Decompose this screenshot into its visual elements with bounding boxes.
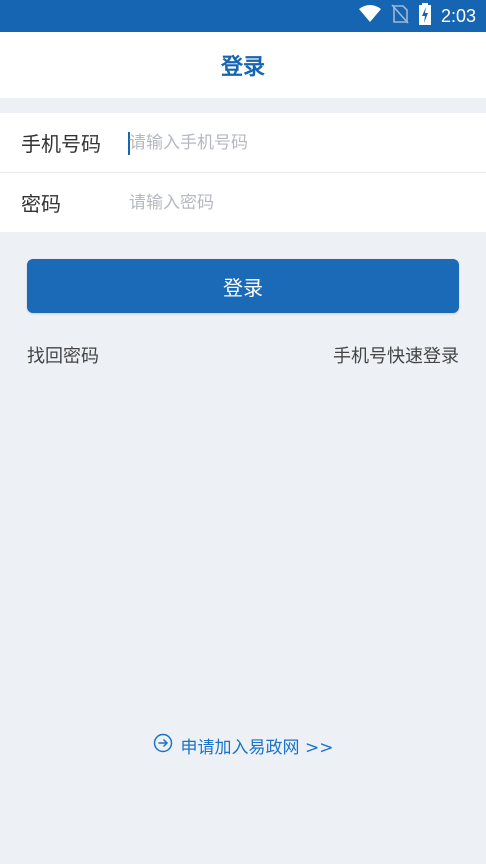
- phone-input[interactable]: [129, 124, 459, 161]
- arrow-circle-right-icon: [153, 733, 173, 758]
- status-bar: 2:03: [0, 0, 486, 32]
- login-form: 手机号码 密码: [0, 113, 486, 232]
- status-time: 2:03: [440, 5, 476, 26]
- password-label: 密码: [21, 192, 61, 216]
- apply-join-link[interactable]: 申请加入易政网 >>: [0, 733, 486, 758]
- phone-row: 手机号码: [0, 113, 486, 173]
- status-icons: 2:03: [358, 0, 476, 32]
- password-row: 密码: [0, 173, 486, 232]
- phone-label: 手机号码: [21, 132, 101, 156]
- forgot-password-link[interactable]: 找回密码: [27, 342, 99, 368]
- quick-login-link[interactable]: 手机号快速登录: [333, 342, 459, 368]
- apply-join-label: 申请加入易政网 >>: [180, 738, 334, 758]
- header: 登录: [0, 32, 486, 98]
- page-title: 登录: [220, 55, 265, 80]
- no-sim-icon: [391, 4, 409, 28]
- password-input[interactable]: [129, 184, 459, 221]
- battery-charging-icon: [418, 3, 431, 29]
- wifi-icon: [358, 5, 381, 27]
- login-button[interactable]: 登录: [27, 259, 459, 313]
